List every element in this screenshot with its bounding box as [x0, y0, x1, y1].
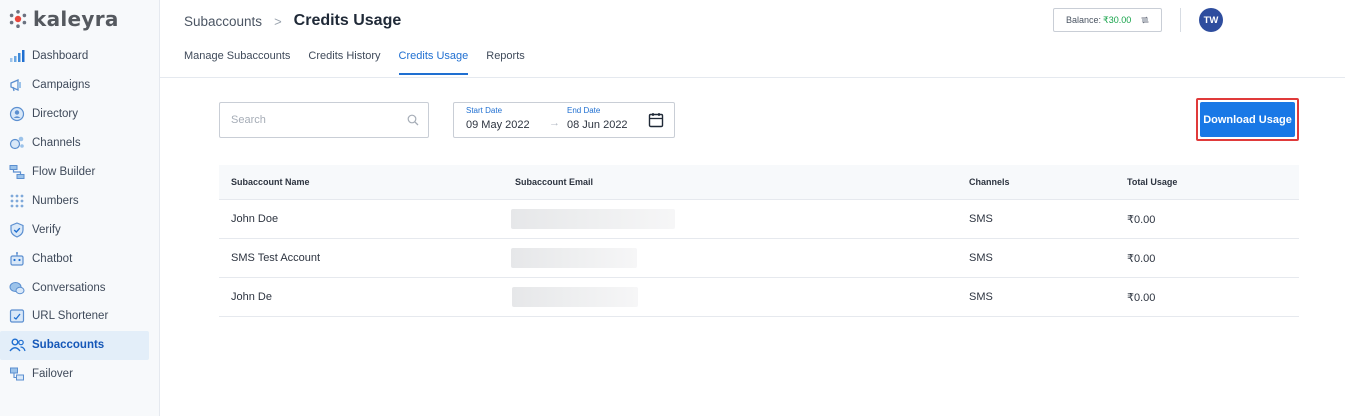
sidebar-item-label: Dashboard	[32, 50, 89, 63]
breadcrumb: Subaccounts > Credits Usage	[184, 12, 401, 30]
sidebar-item-label: Directory	[32, 108, 79, 121]
sidebar-nav: Dashboard Campaigns Directory Channels F…	[0, 42, 159, 389]
kaleyra-logo[interactable]: kaleyra	[8, 7, 119, 31]
page-title: Credits Usage	[293, 12, 402, 29]
channels-icon	[8, 134, 26, 152]
sidebar-item-flow-builder[interactable]: Flow Builder	[0, 158, 149, 187]
sidebar-item-directory[interactable]: Directory	[0, 100, 149, 129]
breadcrumb-parent[interactable]: Subaccounts	[184, 14, 262, 29]
sidebar: kaleyra Dashboard Campaigns Directory Ch…	[0, 0, 160, 416]
download-usage-button[interactable]: Download Usage	[1200, 102, 1295, 137]
header-divider	[1180, 8, 1181, 32]
sidebar-item-label: Verify	[32, 223, 61, 236]
sidebar-item-url-shortener[interactable]: URL Shortener	[0, 302, 149, 331]
sidebar-item-label: Subaccounts	[32, 339, 105, 352]
total-usage-cell: ₹0.00	[1127, 252, 1156, 265]
subaccount-name: SMS Test Account	[231, 252, 321, 264]
search-icon	[407, 114, 419, 126]
end-date-label: End Date	[567, 106, 601, 115]
search-box[interactable]	[219, 102, 429, 138]
sidebar-item-label: Chatbot	[32, 252, 73, 265]
sidebar-item-label: Conversations	[32, 281, 106, 294]
shield-check-icon	[8, 221, 26, 239]
sidebar-item-dashboard[interactable]: Dashboard	[0, 42, 149, 71]
channels-cell: SMS	[969, 213, 993, 225]
sidebar-item-campaigns[interactable]: Campaigns	[0, 71, 149, 100]
redacted-email	[511, 209, 675, 229]
sidebar-item-channels[interactable]: Channels	[0, 129, 149, 158]
bar-chart-icon	[8, 47, 26, 65]
tab-credits-history[interactable]: Credits History	[308, 50, 380, 74]
date-range-picker[interactable]: Start Date 09 May 2022 → End Date 08 Jun…	[453, 102, 675, 138]
sidebar-item-label: Failover	[32, 368, 73, 381]
search-input[interactable]	[220, 103, 390, 137]
redacted-email	[512, 287, 638, 307]
table-row[interactable]: John Doe SMS ₹0.00	[219, 200, 1299, 239]
subaccount-name: John Doe	[231, 213, 279, 225]
column-header-total-usage: Total Usage	[1127, 177, 1178, 187]
balance-badge[interactable]: Balance: ₹30.00	[1053, 8, 1162, 32]
brand-name: kaleyra	[33, 7, 119, 31]
sidebar-item-label: Campaigns	[32, 79, 91, 92]
refresh-icon[interactable]	[1140, 15, 1150, 25]
credits-usage-table: Subaccount Name Subaccount Email Channel…	[219, 165, 1299, 317]
sidebar-item-label: Flow Builder	[32, 166, 96, 178]
robot-icon	[8, 250, 26, 268]
table-row[interactable]: SMS Test Account SMS ₹0.00	[219, 239, 1299, 278]
total-usage-cell: ₹0.00	[1127, 291, 1156, 304]
subaccount-name: John De	[231, 291, 272, 303]
download-highlight: Download Usage	[1196, 98, 1299, 141]
tab-reports[interactable]: Reports	[486, 50, 525, 74]
redacted-email	[511, 248, 637, 268]
start-date-value[interactable]: 09 May 2022	[466, 119, 530, 131]
table-header: Subaccount Name Subaccount Email Channel…	[219, 165, 1299, 200]
kaleyra-logo-icon	[9, 10, 27, 28]
users-icon	[8, 336, 26, 354]
channels-cell: SMS	[969, 291, 993, 303]
sidebar-item-conversations[interactable]: Conversations	[0, 273, 149, 302]
sidebar-item-chatbot[interactable]: Chatbot	[0, 244, 149, 273]
megaphone-icon	[8, 76, 26, 94]
balance-label: Balance:	[1066, 15, 1102, 25]
avatar[interactable]: TW	[1199, 8, 1223, 32]
link-icon	[8, 307, 26, 325]
sidebar-item-subaccounts[interactable]: Subaccounts	[0, 330, 149, 360]
date-range-arrow: →	[549, 117, 560, 129]
start-date-label: Start Date	[466, 106, 503, 115]
failover-icon	[8, 365, 26, 383]
tab-credits-usage[interactable]: Credits Usage	[398, 50, 468, 75]
sidebar-item-numbers[interactable]: Numbers	[0, 186, 149, 215]
column-header-subaccount-email: Subaccount Email	[515, 177, 594, 187]
table-row[interactable]: John De SMS ₹0.00	[219, 278, 1299, 317]
contact-icon	[8, 105, 26, 123]
channels-cell: SMS	[969, 252, 993, 264]
subaccount-tabs: Manage Subaccounts Credits History Credi…	[184, 50, 543, 75]
tab-manage-subaccounts[interactable]: Manage Subaccounts	[184, 50, 290, 74]
sidebar-item-verify[interactable]: Verify	[0, 215, 149, 244]
chat-bubbles-icon	[8, 279, 26, 297]
dialpad-icon	[8, 192, 26, 210]
calendar-icon[interactable]	[648, 112, 664, 128]
sidebar-item-failover[interactable]: Failover	[0, 360, 149, 389]
sidebar-item-label: Channels	[32, 137, 81, 150]
sidebar-item-label: URL Shortener	[32, 310, 109, 323]
end-date-value[interactable]: 08 Jun 2022	[567, 119, 628, 131]
sidebar-item-label: Numbers	[32, 194, 79, 207]
flow-icon	[8, 163, 26, 181]
column-header-channels: Channels	[969, 177, 1010, 187]
column-header-subaccount-name: Subaccount Name	[231, 177, 310, 187]
breadcrumb-separator: >	[274, 13, 282, 29]
balance-amount: ₹30.00	[1103, 14, 1132, 25]
page-header: Subaccounts > Credits Usage Balance: ₹30…	[160, 0, 1345, 78]
total-usage-cell: ₹0.00	[1127, 213, 1156, 226]
